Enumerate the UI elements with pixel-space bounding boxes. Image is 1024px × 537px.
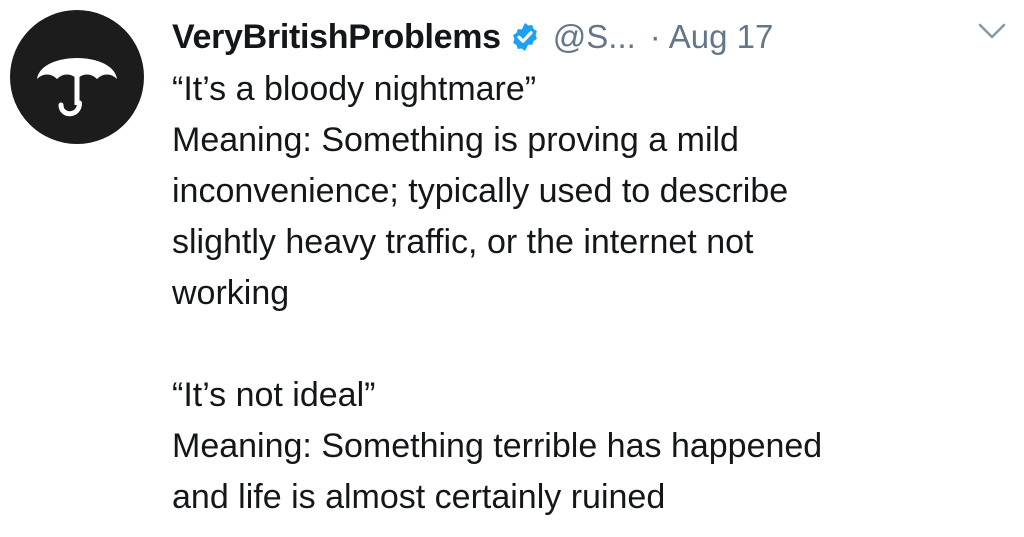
header-separator: · xyxy=(649,18,661,55)
tweet-line: working xyxy=(172,274,290,312)
author-handle[interactable]: @S... xyxy=(553,18,636,56)
tweet-timestamp[interactable]: Aug 17 xyxy=(669,18,774,56)
tweet-line: Meaning: Something terrible has happened xyxy=(172,427,823,465)
tweet-line: “It’s a bloody nightmare” xyxy=(172,70,537,108)
chevron-down-icon[interactable] xyxy=(976,20,1008,47)
tweet-text: “It’s a bloody nightmare” Meaning: Somet… xyxy=(172,64,1004,523)
avatar[interactable] xyxy=(10,10,144,144)
tweet-header: VeryBritishProblems @S... · Aug 17 xyxy=(172,8,1004,66)
tweet-line: slightly heavy traffic, or the internet … xyxy=(172,223,754,261)
tweet-line: inconvenience; typically used to describ… xyxy=(172,172,789,210)
tweet-content: VeryBritishProblems @S... · Aug 17 “It’s… xyxy=(172,8,1004,523)
author-display-name[interactable]: VeryBritishProblems xyxy=(172,18,501,57)
verified-badge-icon xyxy=(509,21,541,53)
tweet-line: “It’s not ideal” xyxy=(172,376,376,414)
tweet-card: VeryBritishProblems @S... · Aug 17 “It’s… xyxy=(0,0,1024,537)
tweet-line: and life is almost certainly ruined xyxy=(172,478,666,516)
umbrella-icon xyxy=(37,58,117,117)
tweet-line: Meaning: Something is proving a mild xyxy=(172,121,739,159)
